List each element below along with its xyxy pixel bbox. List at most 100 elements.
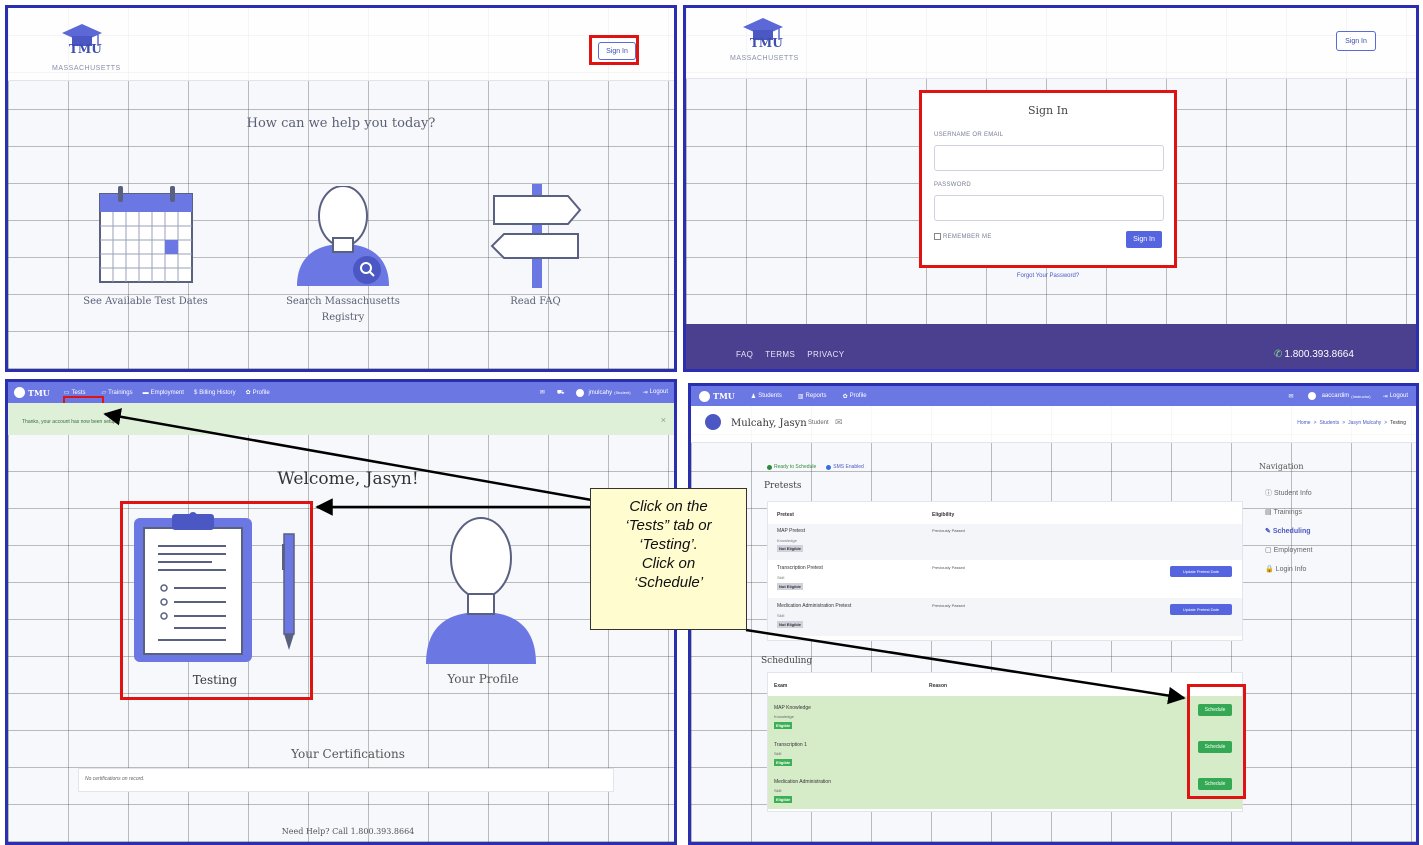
status-row: Ready to Schedule SMS Enabled: [767, 464, 864, 470]
gear-icon: ✿: [842, 393, 848, 400]
breadcrumb-student[interactable]: Jasyn Mulcahy: [1348, 420, 1381, 426]
blue-dot-icon: [826, 464, 832, 470]
callout-line-2: ‘Tests” tab or: [625, 517, 712, 534]
help-text: Need Help? Call 1.800.393.8664: [281, 827, 415, 836]
side-nav-employment[interactable]: ▢ Employment: [1265, 541, 1312, 560]
student-header: Mulcahy, Jasyn Student ✉ Home > Students >…: [691, 406, 1416, 443]
callout-line-5: ‘Schedule’: [633, 574, 704, 591]
calendar-icon[interactable]: [98, 186, 194, 284]
update-pretest-date-button[interactable]: Update Pretest Date: [1170, 604, 1232, 615]
side-nav-scheduling[interactable]: ✎ Scheduling: [1265, 522, 1312, 541]
student-top-nav: TMU ▭ Tests ▱ Trainings ▬ Employment $ Billi…: [8, 382, 674, 403]
pretest-name: MAP Pretest: [777, 528, 805, 534]
employment-icon: ▢: [1265, 547, 1272, 554]
logo-text: TMU: [750, 36, 783, 50]
pretests-title: Pretests: [764, 481, 802, 491]
user-power-icon: [1307, 392, 1316, 400]
breadcrumb-separator: >: [1342, 420, 1346, 426]
tile-profile[interactable]: Your Profile: [408, 512, 558, 692]
mail-icon[interactable]: ✉: [540, 389, 545, 396]
exam-name: MAP Knowledge: [774, 705, 811, 711]
exam-row: MAP Knowledge Knowledge Eligible Schedul…: [768, 696, 1242, 734]
brand-text: TMU: [28, 387, 50, 398]
breadcrumb: Home > Students > Jasyn Mulcahy > Testing: [1297, 420, 1406, 426]
scheduling-table: Exam Reason MAP Knowledge Knowledge Elig…: [767, 672, 1243, 812]
breadcrumb-current: Testing: [1390, 420, 1406, 426]
nav-tests[interactable]: ▭ Tests: [64, 389, 86, 397]
cart-icon[interactable]: ⛟: [557, 389, 565, 397]
side-nav-student-info[interactable]: ⓘ Student Info: [1265, 484, 1312, 503]
callout-line-1: Click on the: [629, 498, 708, 515]
col-pretest: Pretest: [777, 512, 794, 518]
status-sms: SMS Enabled: [826, 464, 864, 470]
user-name[interactable]: aaccardim: [1322, 393, 1350, 399]
nav-trainings[interactable]: ▱ Trainings: [101, 389, 132, 397]
footer-link-terms[interactable]: TERMS: [765, 350, 795, 359]
brand-logo-icon: [699, 390, 710, 402]
logo-subtitle: MASSACHUSETTS: [52, 65, 121, 72]
callout-line-4: Click on: [641, 555, 696, 572]
green-dot-icon: [767, 464, 772, 470]
side-nav-login-info[interactable]: 🔒 Login Info: [1265, 560, 1312, 579]
footer-link-privacy[interactable]: PRIVACY: [807, 350, 844, 359]
nav-students[interactable]: ♟ Students: [751, 393, 782, 400]
instructor-top-nav: TMU ♟ Students ▥ Reports ✿ Profile ✉ aaccar…: [691, 386, 1416, 406]
landing-heading: How can we help you today?: [246, 116, 436, 131]
pretest-type: Skill: [777, 575, 785, 580]
exam-badge: Eligible: [774, 722, 793, 729]
welcome-heading: Welcome, Jasyn!: [277, 469, 419, 489]
profile-avatar-icon: [426, 517, 536, 664]
user-power-icon: [576, 388, 585, 397]
signin-header: [686, 8, 1416, 79]
instruction-callout: Click on the ‘Tests” tab or ‘Testing’. C…: [590, 488, 747, 630]
logout-link[interactable]: ⇥ Logout: [1383, 393, 1408, 400]
callout-line-3: ‘Testing’.: [639, 536, 698, 553]
option-read-faq[interactable]: Read FAQ: [458, 294, 613, 310]
side-nav: ⓘ Student Info ▤ Trainings ✎ Scheduling …: [1265, 484, 1312, 579]
breadcrumb-home[interactable]: Home: [1297, 420, 1310, 426]
power-icon: [705, 414, 721, 430]
footer-phone: ✆ 1.800.393.8664: [1274, 349, 1354, 360]
side-nav-trainings[interactable]: ▤ Trainings: [1265, 503, 1312, 522]
close-icon[interactable]: ×: [661, 415, 666, 425]
col-exam: Exam: [774, 683, 788, 689]
nav-billing-history[interactable]: $ Billing History: [194, 390, 236, 396]
chart-icon: ▥: [797, 393, 804, 400]
breadcrumb-students[interactable]: Students: [1319, 420, 1339, 426]
option-test-dates[interactable]: See Available Test Dates: [58, 294, 233, 310]
logo-subtitle: MASSACHUSETTS: [730, 55, 799, 62]
logout-icon: ⇥: [642, 390, 648, 396]
nav-employment[interactable]: ▬ Employment: [143, 390, 184, 396]
status-ready: Ready to Schedule: [767, 464, 816, 470]
pretest-type: Knowledge: [777, 538, 797, 543]
pretest-badge: Not Eligible: [777, 583, 803, 590]
trainings-icon: ▤: [1265, 509, 1272, 516]
header-sign-in-button[interactable]: Sign In: [1336, 31, 1376, 51]
update-pretest-date-button[interactable]: Update Pretest Date: [1170, 566, 1232, 577]
exam-rows: MAP Knowledge Knowledge Eligible Schedul…: [768, 696, 1242, 809]
exam-badge: Eligible: [774, 796, 793, 803]
person-search-icon[interactable]: [295, 186, 391, 288]
side-nav-title: Navigation: [1259, 462, 1304, 471]
exam-badge: Eligible: [774, 759, 793, 766]
annotation-box-schedule: [1187, 684, 1246, 799]
logout-link[interactable]: ⇥ Logout: [643, 389, 668, 396]
nav-reports[interactable]: ▥ Reports: [798, 393, 827, 400]
panel-landing: TMU MASSACHUSETTS Sign In How can we hel…: [5, 5, 677, 372]
success-alert-text: Thanks, your account has now been setup.: [22, 419, 118, 425]
mail-icon[interactable]: ✉: [835, 417, 843, 428]
scheduling-title: Scheduling: [761, 656, 813, 666]
option-search-registry[interactable]: Search Massachusetts Registry: [258, 294, 428, 326]
annotation-box-signin: [589, 35, 639, 65]
pretest-eligibility: Previously Passed: [932, 565, 965, 570]
panel-sign-in: TMU MASSACHUSETTS Sign In Sign In USERNA…: [683, 5, 1419, 372]
mail-icon[interactable]: ✉: [1289, 393, 1294, 400]
dollar-icon: $: [193, 389, 198, 396]
signpost-icon[interactable]: [488, 184, 584, 288]
user-name[interactable]: jmulcahy: [588, 390, 612, 396]
nav-profile[interactable]: ✿ Profile: [246, 389, 270, 397]
user-role: (Instructor): [1351, 393, 1371, 399]
forgot-password-link[interactable]: Forgot Your Password?: [919, 273, 1177, 279]
footer-link-faq[interactable]: FAQ: [736, 350, 753, 359]
nav-profile[interactable]: ✿ Profile: [843, 393, 867, 400]
